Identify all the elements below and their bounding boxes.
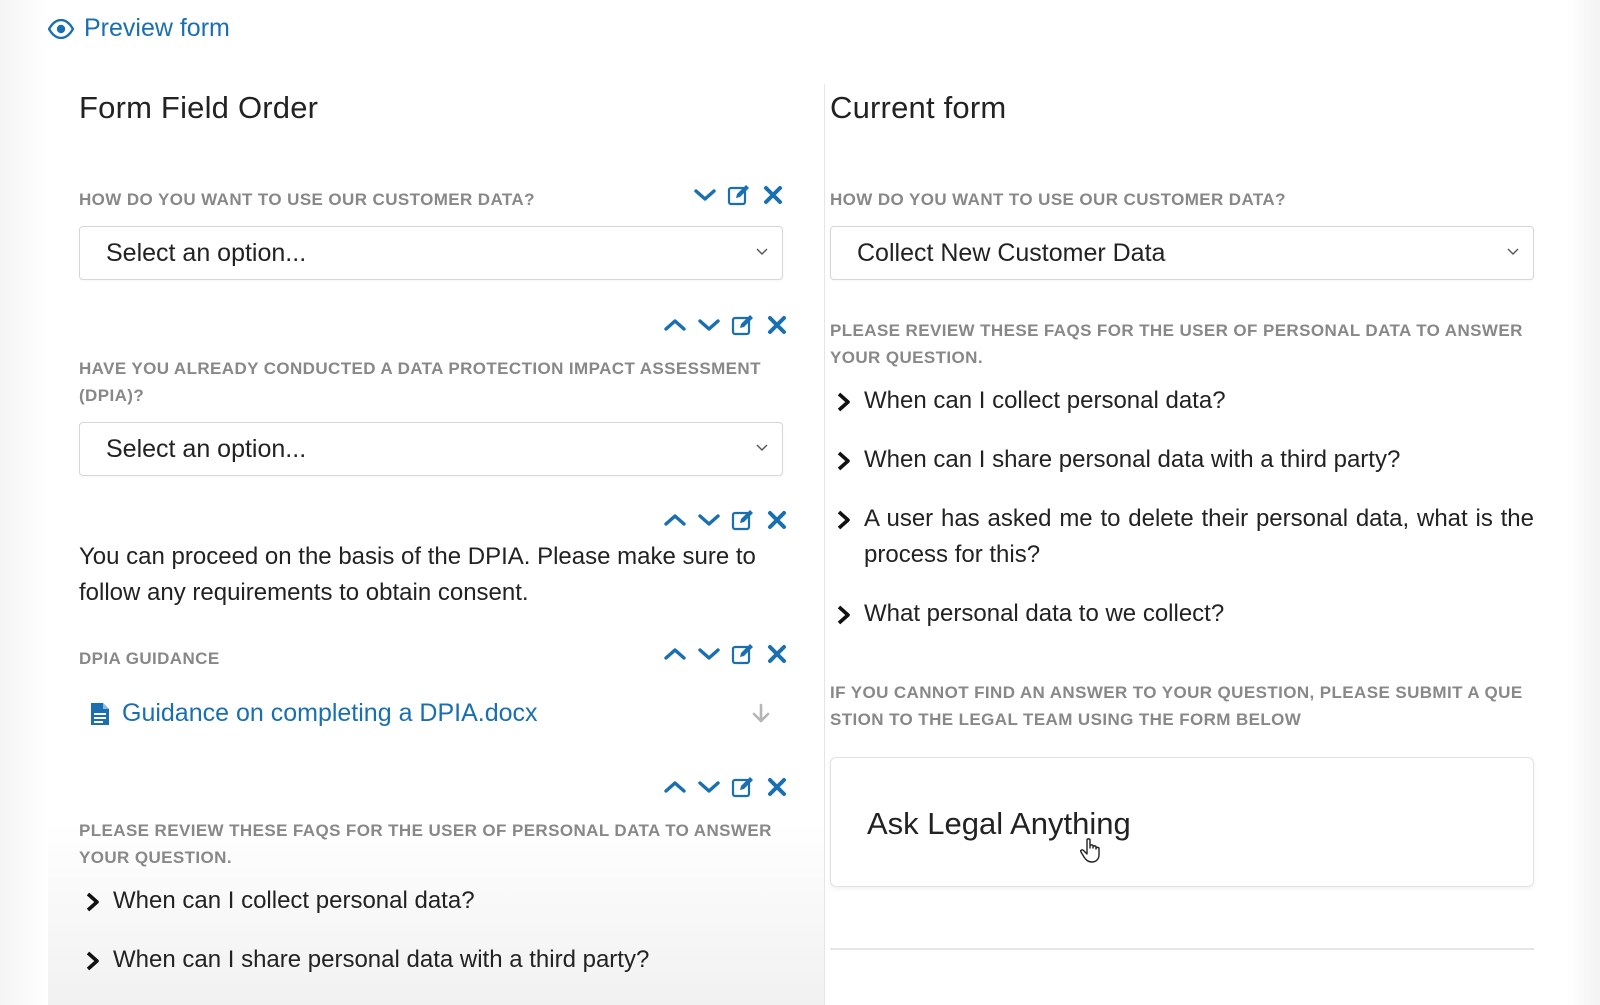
field1-select[interactable]: Select an option... xyxy=(79,226,783,280)
chevron-down-icon xyxy=(694,189,716,201)
chevron-down-icon xyxy=(756,444,768,451)
faq-item[interactable]: What personal data to we collect? xyxy=(834,596,1534,632)
edit-icon xyxy=(731,510,753,531)
edit-icon xyxy=(727,185,749,206)
faq-item[interactable]: A user has asked me to delete their pers… xyxy=(834,501,1534,573)
submit-instructions-label: IF YOU CANNOT FIND AN ANSWER TO YOUR QUE… xyxy=(830,683,1523,729)
field2-toolbar xyxy=(662,312,790,338)
faq-item[interactable]: When can I collect personal data? xyxy=(83,883,783,919)
chevron-up-icon xyxy=(664,648,686,660)
eye-icon xyxy=(48,18,74,39)
download-icon[interactable] xyxy=(750,703,772,725)
chevron-down-icon xyxy=(1507,248,1519,255)
page-right-edge xyxy=(1568,0,1600,1005)
guidance-file-link[interactable]: Guidance on completing a DPIA.docx xyxy=(90,699,538,728)
page-left-edge xyxy=(0,0,48,1005)
move-up-button[interactable] xyxy=(662,507,688,533)
dpia-proceed-text: You can proceed on the basis of the DPIA… xyxy=(79,543,756,606)
faq-item-label: What personal data to we collect? xyxy=(864,600,1225,627)
edit-icon xyxy=(731,644,753,665)
field1-toolbar xyxy=(692,182,786,208)
chevron-up-icon xyxy=(664,514,686,526)
chevron-up-icon xyxy=(664,319,686,331)
edit-icon xyxy=(731,777,753,798)
guidance-toolbar xyxy=(662,641,790,667)
current-form-title: Current form xyxy=(830,90,1007,125)
faq-item-label: When can I share personal data with a th… xyxy=(113,946,650,973)
edit-button[interactable] xyxy=(726,182,752,208)
current-field1-select-value: Collect New Customer Data xyxy=(857,238,1166,267)
move-down-button[interactable] xyxy=(692,182,718,208)
chevron-down-icon xyxy=(756,248,768,255)
chevron-right-icon xyxy=(837,510,850,530)
move-down-button[interactable] xyxy=(696,641,722,667)
close-icon xyxy=(768,645,786,663)
current-field1-label: HOW DO YOU WANT TO USE OUR CUSTOMER DATA… xyxy=(830,190,1286,209)
guidance-file-name: Guidance on completing a DPIA.docx xyxy=(122,699,538,727)
document-icon xyxy=(91,702,109,725)
field1-label: HOW DO YOU WANT TO USE OUR CUSTOMER DATA… xyxy=(79,190,535,209)
faq-item[interactable]: When can I share personal data with a th… xyxy=(83,942,783,978)
current-field1-select[interactable]: Collect New Customer Data xyxy=(830,226,1534,280)
chevron-right-icon xyxy=(86,951,99,971)
chevron-up-icon xyxy=(664,781,686,793)
field2-select-value: Select an option... xyxy=(106,434,307,463)
ask-legal-card[interactable]: Ask Legal Anything xyxy=(830,757,1534,887)
edit-button[interactable] xyxy=(730,641,756,667)
faq-item[interactable]: When can I collect personal data? xyxy=(834,383,1534,419)
form-field-order-title: Form Field Order xyxy=(79,90,319,125)
hand-cursor-icon xyxy=(1080,838,1100,863)
remove-button[interactable] xyxy=(760,182,786,208)
chevron-down-icon xyxy=(698,781,720,793)
close-icon xyxy=(768,316,786,334)
move-up-button[interactable] xyxy=(662,312,688,338)
chevron-right-icon xyxy=(837,605,850,625)
move-down-button[interactable] xyxy=(696,774,722,800)
field2-label: HAVE YOU ALREADY CONDUCTED A DATA PROTEC… xyxy=(79,359,761,405)
faq-block-label: PLEASE REVIEW THESE FAQS FOR THE USER OF… xyxy=(79,821,772,867)
chevron-down-icon xyxy=(698,319,720,331)
faq-item-label: A user has asked me to delete their pers… xyxy=(864,505,1534,568)
preview-form-link[interactable]: Preview form xyxy=(48,14,230,43)
dpia-guidance-label: DPIA GUIDANCE xyxy=(79,649,220,668)
section-divider xyxy=(830,948,1534,950)
edit-button[interactable] xyxy=(730,507,756,533)
close-icon xyxy=(768,511,786,529)
chevron-down-icon xyxy=(698,514,720,526)
field1-select-value: Select an option... xyxy=(106,238,307,267)
remove-button[interactable] xyxy=(764,312,790,338)
faq-item-label: When can I collect personal data? xyxy=(113,887,475,914)
remove-button[interactable] xyxy=(764,774,790,800)
edit-button[interactable] xyxy=(730,312,756,338)
move-up-button[interactable] xyxy=(662,774,688,800)
chevron-down-icon xyxy=(698,648,720,660)
edit-icon xyxy=(731,315,753,336)
text-block-toolbar xyxy=(662,507,790,533)
faq-item-label: When can I collect personal data? xyxy=(864,387,1226,414)
move-down-button[interactable] xyxy=(696,312,722,338)
remove-button[interactable] xyxy=(764,641,790,667)
faq-item[interactable]: When can I share personal data with a th… xyxy=(834,442,1534,478)
faq-item-label: When can I share personal data with a th… xyxy=(864,446,1401,473)
edit-button[interactable] xyxy=(730,774,756,800)
chevron-right-icon xyxy=(837,392,850,412)
move-up-button[interactable] xyxy=(662,641,688,667)
preview-form-label: Preview form xyxy=(84,14,230,42)
remove-button[interactable] xyxy=(764,507,790,533)
chevron-right-icon xyxy=(837,451,850,471)
chevron-right-icon xyxy=(86,892,99,912)
field2-select[interactable]: Select an option... xyxy=(79,422,783,476)
faq-block-toolbar xyxy=(662,774,790,800)
current-faq-label: PLEASE REVIEW THESE FAQS FOR THE USER OF… xyxy=(830,321,1523,367)
close-icon xyxy=(768,778,786,796)
close-icon xyxy=(764,186,782,204)
move-down-button[interactable] xyxy=(696,507,722,533)
